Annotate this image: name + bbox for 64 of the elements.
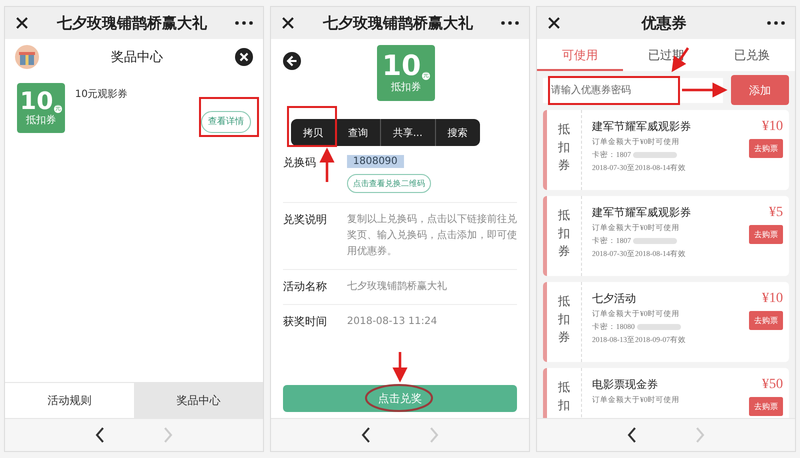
qr-code-button[interactable]: 点击查看兑换二维码 [347, 174, 431, 193]
selected-text[interactable]: 1808090 [347, 155, 404, 168]
back-icon[interactable] [95, 427, 105, 443]
gift-icon [15, 45, 39, 69]
annotation-arrow [682, 82, 728, 98]
coupon-title: 建军节耀军威观影券 [592, 119, 692, 134]
coupon-price: ¥50 [762, 377, 783, 393]
blurred-text [633, 152, 677, 158]
field-value: 七夕玫瑰铺鹊桥赢大礼 [347, 280, 447, 294]
back-icon[interactable] [283, 52, 301, 70]
menu-item[interactable]: 共享... [381, 119, 436, 146]
close-icon[interactable] [235, 48, 253, 66]
annotation-arrow [392, 352, 408, 382]
coupon-code-field[interactable]: 请输入优惠券密码 [543, 78, 723, 102]
ticket-label: 抵扣券 [26, 114, 56, 127]
buy-ticket-button[interactable]: 去购票 [749, 311, 783, 330]
coupon-title: 电影票现金券 [592, 377, 659, 392]
menu-item[interactable]: 查询 [336, 119, 381, 146]
field-value: 复制以上兑换码，点击以下链接前往兑奖页、输入兑换码，点击添加，即可使用优惠券。 [347, 212, 517, 259]
buy-ticket-button[interactable]: 去购票 [749, 225, 783, 244]
coupon-type: 抵扣券 [558, 207, 570, 260]
menu-item[interactable]: 搜索 [436, 119, 480, 146]
add-button[interactable]: 添加 [731, 75, 789, 105]
coupon-price: ¥10 [762, 291, 783, 307]
coupon-title: 七夕活动 [592, 291, 637, 306]
field-label: 兑换码 [283, 155, 317, 171]
field-value: 2018-08-13 11:24 [347, 315, 438, 329]
field-label: 活动名称 [283, 279, 328, 295]
coupon-type: 抵扣券 [558, 293, 570, 346]
coupon-price: ¥5 [769, 205, 783, 221]
annotation-arrow [320, 148, 334, 182]
back-icon[interactable] [361, 427, 371, 443]
ticket-value: 10 [382, 52, 421, 80]
blurred-text [633, 238, 677, 244]
blurred-text [636, 324, 681, 330]
field-label: 获奖时间 [283, 314, 328, 330]
more-icon[interactable] [501, 21, 519, 25]
window-title: 七夕玫瑰铺鹊桥赢大礼 [57, 14, 207, 32]
menu-item[interactable]: 拷贝 [291, 119, 336, 146]
more-icon[interactable] [767, 21, 785, 25]
annotation-box [199, 97, 259, 137]
more-icon[interactable] [235, 21, 253, 25]
prize-name: 10元观影券 [75, 88, 129, 102]
annotation-arrow [672, 47, 690, 72]
field-label: 兑奖说明 [283, 212, 328, 228]
detail-button[interactable]: 查看详情 [201, 110, 251, 133]
coupon-price: ¥10 [762, 119, 783, 135]
back-icon[interactable] [627, 427, 637, 443]
close-icon[interactable] [281, 16, 295, 30]
bottom-tab[interactable]: 奖品中心 [134, 383, 263, 418]
buy-ticket-button[interactable]: 去购票 [749, 397, 783, 416]
section-title: 奖品中心 [111, 49, 163, 66]
coupon-title: 建军节耀军威观影券 [592, 205, 692, 220]
coupon-type: 抵扣 [558, 379, 570, 414]
coupon-type: 抵扣券 [558, 121, 570, 174]
window-title: 优惠券 [642, 14, 686, 32]
buy-ticket-button[interactable]: 去购票 [749, 139, 783, 158]
annotation-ellipse [365, 384, 433, 412]
ticket-label: 抵扣券 [391, 80, 421, 94]
close-icon[interactable] [15, 16, 29, 30]
window-title: 七夕玫瑰铺鹊桥赢大礼 [323, 14, 473, 32]
ticket-value: 10 [20, 89, 54, 113]
close-icon[interactable] [547, 16, 561, 30]
annotation-box [287, 106, 337, 147]
